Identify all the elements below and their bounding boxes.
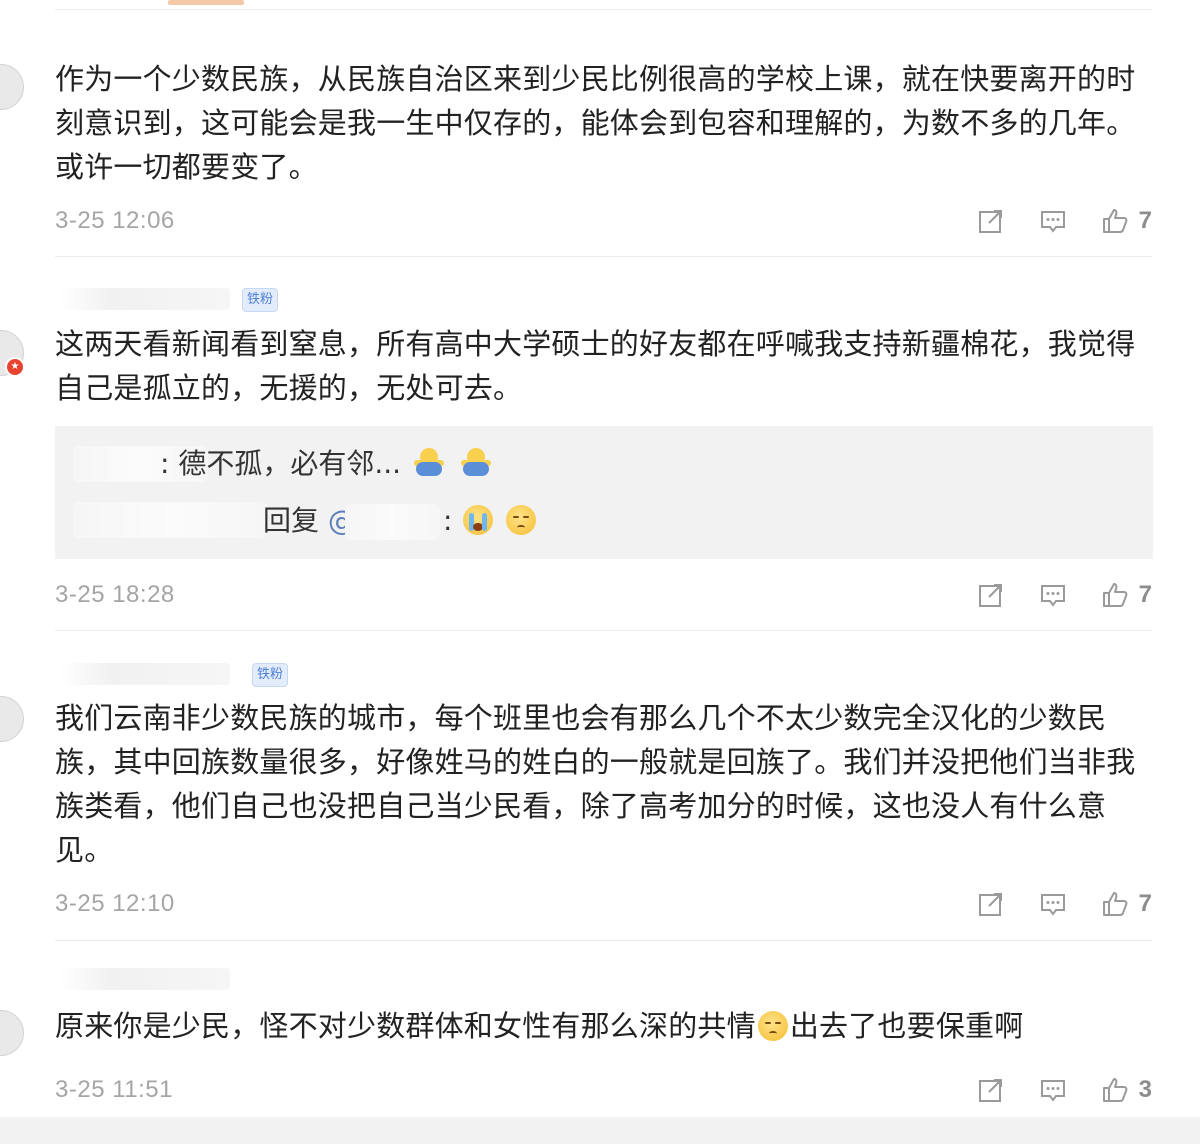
comment-timestamp: 3-25 11:51 — [55, 1076, 173, 1103]
fan-badge: 铁粉 — [252, 663, 289, 687]
like-count: 7 — [1138, 207, 1152, 234]
top-strip — [0, 0, 1200, 8]
username-blurred[interactable] — [60, 288, 230, 310]
top-accent-bar — [168, 0, 244, 5]
avatar[interactable] — [0, 1010, 24, 1056]
comment-text: 我们云南非少数民族的城市，每个班里也会有那么几个不太少数完全汉化的少数民族，其中… — [55, 701, 1136, 867]
comment-timestamp: 3-25 12:10 — [55, 890, 175, 917]
comment-icon[interactable] — [1039, 581, 1067, 609]
reply-item: 回复 @ — [263, 501, 356, 541]
repost-icon[interactable] — [977, 1076, 1005, 1104]
like-count: 7 — [1138, 890, 1152, 917]
comment-divider — [55, 256, 1152, 257]
repost-icon[interactable] — [977, 207, 1005, 235]
comment-actions: 7 — [943, 579, 1152, 611]
comment-icon[interactable] — [1039, 207, 1067, 235]
hug-emoji — [460, 448, 491, 478]
comment-actions: 7 — [943, 888, 1152, 920]
fan-badge: 铁粉 — [242, 288, 279, 312]
like-count: 7 — [1138, 581, 1152, 608]
comment-timestamp: 3-25 12:06 — [55, 207, 175, 234]
comment-text-part: 原来你是少民，怪不对少数群体和女性有那么深的共情 — [55, 1009, 756, 1043]
reply-item: : 德不孤，必有邻... — [160, 444, 495, 484]
pensive-emoji — [506, 505, 537, 535]
avatar[interactable] — [0, 64, 24, 110]
repost-icon[interactable] — [977, 890, 1005, 918]
thumbs-up-icon[interactable] — [1101, 1076, 1129, 1104]
avatar[interactable]: ★ — [0, 330, 25, 377]
comment-divider — [55, 940, 1152, 941]
pensive-emoji — [757, 1011, 788, 1041]
comment-actions: 3 — [943, 1074, 1152, 1106]
comment-text: 原来你是少民，怪不对少数群体和女性有那么深的共情 出去了也要保重啊 — [55, 1004, 1150, 1048]
comment-text-part: 出去了也要保重啊 — [789, 1009, 1024, 1043]
comment-divider — [55, 630, 1152, 631]
avatar[interactable] — [0, 696, 24, 742]
thumbs-up-icon[interactable] — [1101, 890, 1129, 918]
comment-icon[interactable] — [1039, 1076, 1067, 1104]
username-blurred[interactable] — [60, 663, 230, 685]
comment-icon[interactable] — [1039, 890, 1067, 918]
reply-box[interactable]: : 德不孤，必有邻... 回复 @ : — [55, 426, 1153, 559]
username-blurred[interactable] — [60, 968, 230, 990]
bottom-bar — [0, 1117, 1200, 1144]
reply-separator: : — [160, 447, 170, 480]
comment-text: 作为一个少数民族，从民族自治区来到少民比例很高的学校上课，就在快要离开的时刻意识… — [55, 62, 1136, 184]
comment-actions: 7 — [943, 205, 1152, 237]
top-divider — [55, 9, 1152, 10]
like-count: 3 — [1138, 1076, 1152, 1103]
reply-label: 回复 — [263, 504, 320, 537]
hug-emoji — [413, 448, 444, 478]
thumbs-up-icon[interactable] — [1101, 207, 1129, 235]
comment-text: 这两天看新闻看到窒息，所有高中大学硕士的好友都在呼喊我支持新疆棉花，我觉得自己是… — [55, 327, 1136, 405]
reply-item-tail: : — [443, 501, 538, 541]
thumbs-up-icon[interactable] — [1101, 581, 1129, 609]
crying-emoji — [463, 505, 494, 535]
comment-timestamp: 3-25 18:28 — [55, 581, 175, 608]
reply-text: 德不孤，必有邻... — [178, 447, 402, 480]
reply-mention-blurred — [345, 504, 440, 540]
reply-separator: : — [443, 504, 453, 537]
repost-icon[interactable] — [977, 581, 1005, 609]
verified-badge-icon: ★ — [5, 357, 25, 377]
reply-username-blurred — [73, 502, 268, 538]
